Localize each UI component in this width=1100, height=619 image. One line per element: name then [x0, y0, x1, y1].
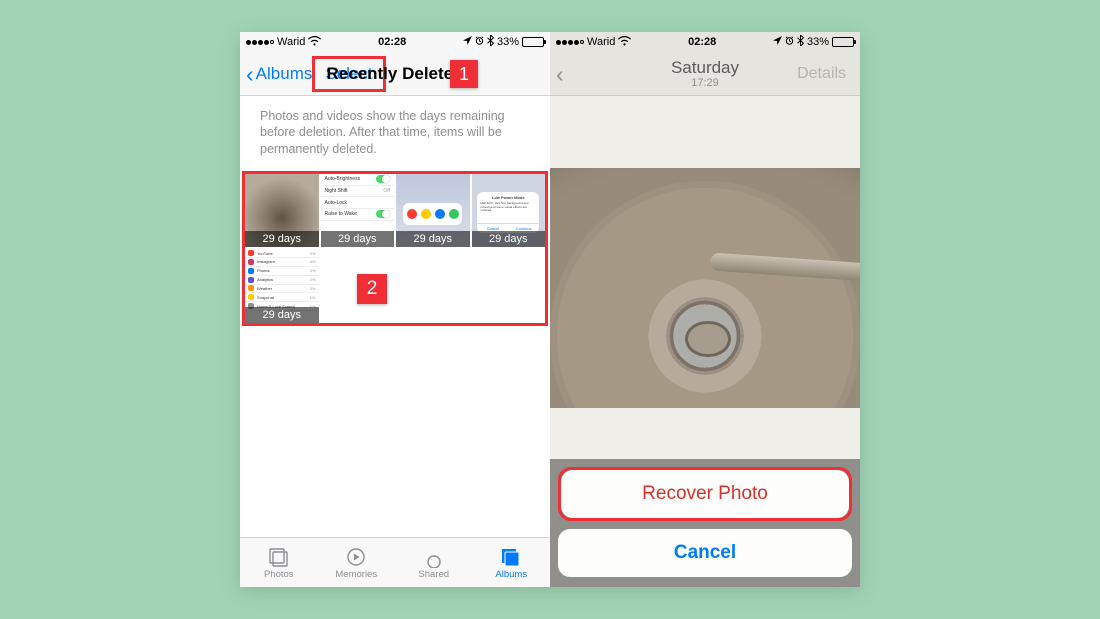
- shared-icon: [422, 546, 446, 568]
- status-bar: Warid 02:28 33%: [550, 32, 860, 52]
- bluetooth-icon: [487, 35, 494, 49]
- signal-dots: [556, 40, 584, 45]
- clock: 02:28: [378, 36, 406, 48]
- back-label: Albums: [256, 64, 313, 84]
- wifi-icon: [308, 36, 321, 49]
- bluetooth-icon: [797, 35, 804, 49]
- days-badge: 29 days: [245, 307, 319, 323]
- back-button[interactable]: ‹ Albums: [246, 64, 312, 84]
- wifi-icon: [618, 36, 631, 49]
- phone-recover-sheet: Warid 02:28 33% ‹ Saturday 17:29: [550, 32, 860, 587]
- annotation-1: 1: [450, 60, 478, 88]
- tab-label: Albums: [495, 569, 527, 580]
- status-bar: Warid 02:28 33%: [240, 32, 550, 52]
- alarm-icon: [785, 36, 794, 48]
- alarm-icon: [475, 36, 484, 48]
- location-icon: [773, 36, 782, 48]
- photo-thumbnail[interactable]: 29 days: [396, 174, 470, 248]
- tab-bar: Photos Memories Shared Albums: [240, 537, 550, 587]
- photo-thumbnail[interactable]: Auto-Brightness Night ShiftOff Auto-Lock…: [321, 174, 395, 248]
- tab-shared[interactable]: Shared: [395, 538, 473, 587]
- days-badge: 29 days: [321, 231, 395, 247]
- annotation-box-recover: Recover Photo: [558, 467, 852, 521]
- tab-label: Photos: [264, 569, 294, 580]
- tab-photos[interactable]: Photos: [240, 538, 318, 587]
- memories-icon: [344, 546, 368, 568]
- annotation-box-select: Select: [312, 56, 385, 92]
- thumbnail-grid: 29 days Auto-Brightness Night ShiftOff A…: [245, 174, 545, 323]
- days-badge: 29 days: [472, 231, 546, 247]
- location-icon: [463, 36, 472, 48]
- albums-icon: [499, 546, 523, 568]
- tab-label: Shared: [418, 569, 449, 580]
- photo-preview[interactable]: [550, 168, 860, 408]
- photo-thumbnail[interactable]: 29 days: [245, 174, 319, 248]
- nav-bar: ‹ Albums Recently Deleted 1 Select: [240, 52, 550, 96]
- carrier-label: Warid: [587, 36, 615, 48]
- battery-pct: 33%: [497, 36, 519, 48]
- tab-label: Memories: [335, 569, 377, 580]
- select-button[interactable]: Select: [315, 59, 382, 89]
- description-text: Photos and videos show the days remainin…: [240, 96, 550, 171]
- tab-memories[interactable]: Memories: [318, 538, 396, 587]
- annotation-box-grid: 29 days Auto-Brightness Night ShiftOff A…: [242, 171, 548, 326]
- photos-icon: [267, 546, 291, 568]
- nav-bar: ‹ Saturday 17:29 Details: [550, 52, 860, 96]
- phone-recently-deleted: Warid 02:28 33%: [240, 32, 550, 587]
- cancel-button[interactable]: Cancel: [558, 529, 852, 577]
- tab-albums[interactable]: Albums: [473, 538, 551, 587]
- signal-dots: [246, 40, 274, 45]
- days-badge: 29 days: [396, 231, 470, 247]
- action-sheet: Recover Photo Cancel: [550, 459, 860, 587]
- carrier-label: Warid: [277, 36, 305, 48]
- recover-photo-button[interactable]: Recover Photo: [561, 470, 849, 518]
- annotation-2: 2: [357, 274, 387, 304]
- details-button[interactable]: Details: [789, 60, 854, 88]
- photo-thumbnail[interactable]: YouTube5% Instagram4% Photos3% Analytics…: [245, 249, 319, 323]
- battery-pct: 33%: [807, 36, 829, 48]
- clock: 02:28: [688, 36, 716, 48]
- battery-icon: [832, 37, 854, 47]
- photo-thumbnail[interactable]: Low Power ModeMail fetch, Hey Siri, back…: [472, 174, 546, 248]
- days-badge: 29 days: [245, 231, 319, 247]
- battery-icon: [522, 37, 544, 47]
